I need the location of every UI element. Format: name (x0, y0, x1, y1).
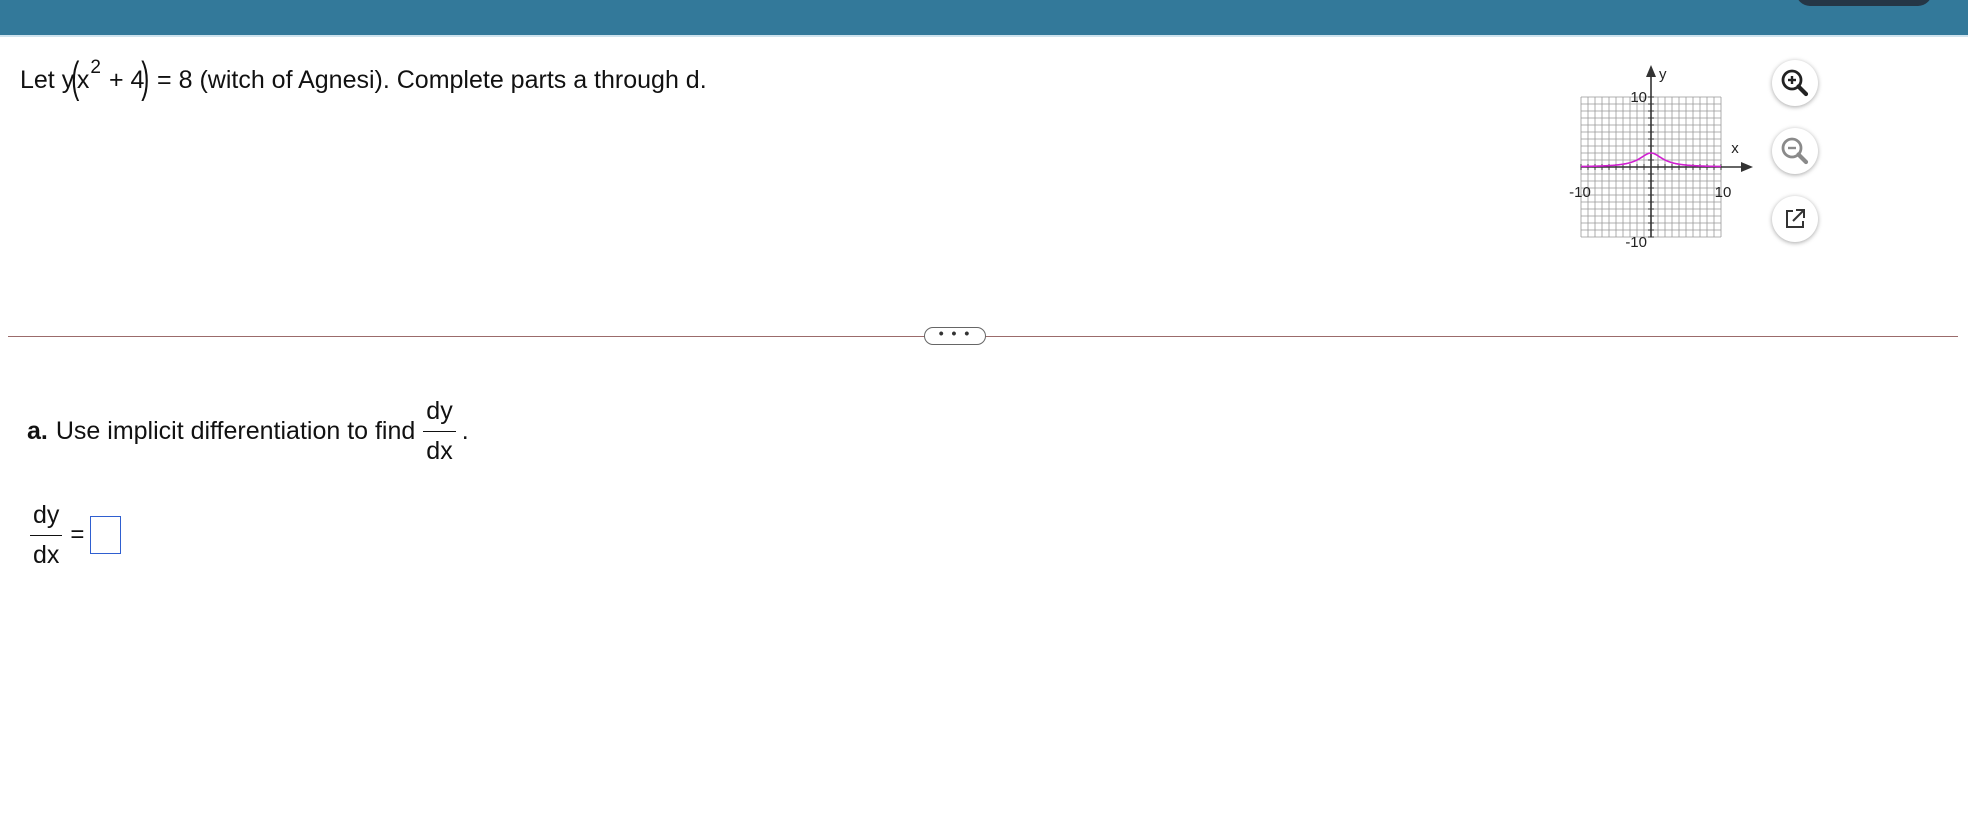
problem-plus4: + 4 (108, 66, 145, 94)
more-dots-icon: • • • (938, 325, 972, 341)
problem-let: Let y (20, 66, 75, 94)
expand-button[interactable]: • • • (924, 325, 986, 345)
graph-y-min-label: -10 (1625, 234, 1647, 251)
answer-frac-numerator: dy (30, 500, 63, 536)
popout-icon (1786, 209, 1805, 228)
problem-exponent: 2 (90, 57, 101, 78)
answer-input[interactable] (90, 516, 122, 554)
zoom-in-button[interactable] (1772, 60, 1818, 106)
part-a-text: Use implicit differentiation to find (55, 416, 416, 445)
part-a-label: a. (27, 416, 48, 445)
top-bar-tab[interactable] (1796, 0, 1932, 6)
graph-axes (1580, 65, 1753, 238)
left-paren: ( (71, 53, 80, 102)
graph-x-max-label: 10 (1715, 184, 1732, 201)
answer-equals: = (70, 521, 85, 548)
answer-row: dy dx = (30, 500, 122, 570)
answer-fraction: dy dx (30, 500, 63, 570)
problem-equals-text: = 8 (witch of Agnesi). Complete parts a … (157, 66, 707, 94)
graph-x-axis-label: x (1731, 140, 1739, 157)
part-a-frac-denominator: dx (426, 437, 453, 465)
part-a-question: a. Use implicit differentiation to find … (27, 396, 469, 466)
part-a-frac-numerator: dy (423, 396, 456, 432)
graph-y-max-label: 10 (1630, 89, 1647, 106)
part-a-period: . (461, 416, 469, 445)
graph-thumbnail[interactable]: y x 10 -10 -10 10 (1565, 62, 1765, 252)
y-axis-arrow (1646, 65, 1656, 77)
part-a-fraction: dy dx (423, 396, 456, 466)
popout-button[interactable] (1772, 196, 1818, 242)
x-axis-arrow (1741, 162, 1753, 172)
top-bar (0, 0, 1968, 37)
graph-y-axis-label: y (1659, 66, 1667, 83)
zoom-in-icon (1781, 69, 1809, 97)
problem-statement: Let y ( x 2 + 4 ) = 8 (witch of Agnesi).… (20, 53, 707, 102)
zoom-out-button[interactable] (1772, 128, 1818, 174)
zoom-out-icon (1781, 137, 1809, 165)
answer-frac-denominator: dx (33, 541, 60, 569)
right-paren: ) (141, 53, 150, 102)
graph-x-min-label: -10 (1569, 184, 1591, 201)
